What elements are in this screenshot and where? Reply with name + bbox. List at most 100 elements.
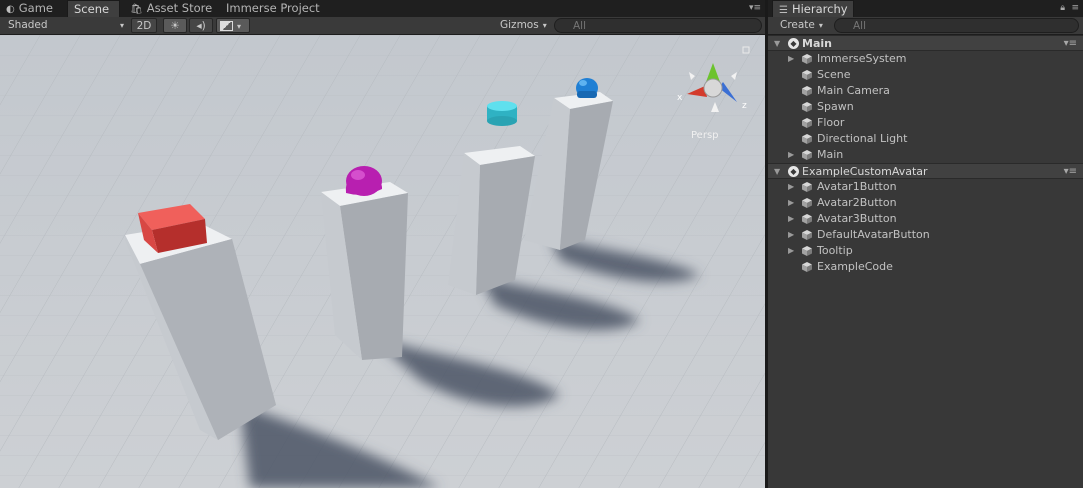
tab-scene-label: Scene [74, 2, 110, 16]
game-icon: ◐ [6, 4, 15, 15]
hierarchy-item-label: ExampleCustomAvatar [802, 165, 928, 178]
gizmos-dropdown[interactable]: Gizmos ▾ [494, 18, 548, 33]
hierarchy-tab-bar: ☰ Hierarchy 🔒︎ ≡ [768, 0, 1083, 18]
unity-scene-icon: ◆ [788, 166, 799, 177]
collapsed-arrow-icon[interactable]: ▶ [788, 243, 794, 259]
hierarchy-item-label: Main [817, 148, 844, 161]
hierarchy-item[interactable]: ▶ Avatar3Button [768, 211, 1083, 227]
chevron-down-icon: ▾ [542, 21, 547, 30]
scene-audio-toggle[interactable]: ◂) [189, 18, 213, 33]
expanded-arrow-icon[interactable]: ▼ [774, 164, 780, 180]
panel-menu-icon[interactable]: ▾≡ [749, 3, 761, 13]
hierarchy-item[interactable]: ▶ DefaultAvatarButton [768, 227, 1083, 243]
collapsed-arrow-icon[interactable]: ▶ [788, 51, 794, 67]
hierarchy-item-label: Scene [817, 68, 851, 81]
gizmo-x-label: x [677, 93, 683, 103]
tab-immerse-project-label: Immerse Project [226, 1, 320, 15]
scene-viewport[interactable]: x z Persp [0, 35, 765, 488]
scene-toolbar: Shaded ▾ 2D ☀ ◂) ▾ Gizmos▾ ⌕▾ [0, 17, 765, 35]
collapsed-arrow-icon[interactable]: ▶ [788, 147, 794, 163]
image-icon [220, 21, 233, 31]
hierarchy-search-input[interactable] [834, 18, 1079, 33]
hierarchy-item-label: ExampleCode [817, 260, 893, 273]
hierarchy-scene-row[interactable]: ▼ ◆ ▾≡ Main [768, 35, 1083, 51]
gameobject-cube-icon [802, 102, 812, 112]
gameobject-cube-icon [802, 54, 812, 64]
hierarchy-item-label: Avatar1Button [817, 180, 897, 193]
hierarchy-item[interactable]: ▶ Main [768, 147, 1083, 163]
chevron-down-icon: ▾ [818, 21, 823, 30]
scene-search-input[interactable] [554, 18, 762, 33]
tab-immerse-project[interactable]: Immerse Project [220, 0, 332, 17]
scene-tab-bar: ◐ Game Scene 🛍︎ Asset Store Immerse Projec… [0, 0, 765, 18]
gameobject-cube-icon [802, 246, 812, 256]
lock-icon[interactable]: 🔒︎ [1060, 3, 1065, 13]
hierarchy-item[interactable]: ▶ Avatar1Button [768, 179, 1083, 195]
magenta-sphere[interactable] [345, 166, 382, 196]
projection-label[interactable]: Persp [691, 130, 719, 141]
hierarchy-item-label: ImmerseSystem [817, 52, 907, 65]
collapsed-arrow-icon[interactable]: ▶ [788, 211, 794, 227]
collapsed-arrow-icon[interactable]: ▶ [788, 179, 794, 195]
hierarchy-item[interactable]: ExampleCode [768, 259, 1083, 275]
hierarchy-toolbar: Create▾ ⌕▾ [768, 17, 1083, 35]
tab-game-label: Game [18, 1, 53, 15]
hierarchy-item-label: Main [802, 37, 832, 50]
hierarchy-item-label: DefaultAvatarButton [817, 228, 930, 241]
shading-mode-label: Shaded [8, 19, 48, 31]
create-label: Create [780, 19, 815, 31]
unity-scene-icon: ◆ [788, 38, 799, 49]
hierarchy-panel: ▼ ◆ ▾≡ Main ▶ ImmerseSystem Scene Main Camera Sp… [768, 35, 1083, 488]
list-icon: ☰ [779, 5, 788, 16]
gizmo-z-label: z [742, 101, 747, 111]
tab-asset-store[interactable]: 🛍︎ Asset Store [124, 0, 216, 17]
gameobject-cube-icon [802, 134, 812, 144]
hierarchy-item[interactable]: Floor [768, 115, 1083, 131]
cyan-cylinder[interactable] [487, 101, 517, 126]
hierarchy-item[interactable]: ▶ Avatar2Button [768, 195, 1083, 211]
panel-menu-icon[interactable]: ≡ [1071, 3, 1079, 13]
hierarchy-scene-row[interactable]: ▼ ◆ ▾≡ ExampleCustomAvatar [768, 163, 1083, 179]
hierarchy-item[interactable]: Directional Light [768, 131, 1083, 147]
mode-2d-toggle[interactable]: 2D [131, 18, 157, 33]
hierarchy-item-label: Avatar3Button [817, 212, 897, 225]
hierarchy-item-label: Floor [817, 116, 845, 129]
hierarchy-item[interactable]: Spawn [768, 99, 1083, 115]
hierarchy-item-label: Tooltip [817, 244, 853, 257]
gameobject-cube-icon [802, 182, 812, 192]
gameobject-cube-icon [802, 86, 812, 96]
tab-game[interactable]: ◐ Game [0, 0, 66, 17]
gameobject-cube-icon [802, 230, 812, 240]
gameobject-cube-icon [802, 150, 812, 160]
hierarchy-item-label: Main Camera [817, 84, 890, 97]
tab-asset-store-label: Asset Store [146, 1, 213, 15]
tab-scene[interactable]: Scene [67, 0, 120, 17]
tab-hierarchy[interactable]: ☰ Hierarchy [772, 0, 854, 17]
scene-render[interactable]: x z Persp [0, 35, 765, 488]
gameobject-cube-icon [802, 214, 812, 224]
create-dropdown[interactable]: Create ▾ [774, 18, 830, 33]
expanded-arrow-icon[interactable]: ▼ [774, 36, 780, 52]
shading-mode-dropdown[interactable]: Shaded ▾ [2, 18, 128, 33]
mode-2d-label: 2D [136, 20, 152, 32]
hierarchy-item[interactable]: ▶ Tooltip [768, 243, 1083, 259]
hierarchy-item-label: Spawn [817, 100, 854, 113]
gameobject-cube-icon [802, 70, 812, 80]
scene-menu-icon[interactable]: ▾≡ [1064, 36, 1077, 52]
chevron-down-icon: ▾ [237, 22, 242, 31]
blue-avatar[interactable] [576, 78, 598, 98]
speaker-icon: ◂) [196, 20, 206, 32]
gameobject-cube-icon [802, 262, 812, 272]
scene-lighting-toggle[interactable]: ☀ [163, 18, 187, 33]
collapsed-arrow-icon[interactable]: ▶ [788, 227, 794, 243]
tab-hierarchy-label: Hierarchy [791, 2, 848, 16]
hierarchy-item[interactable]: ▶ ImmerseSystem [768, 51, 1083, 67]
gameobject-cube-icon [802, 198, 812, 208]
hierarchy-item[interactable]: Main Camera [768, 83, 1083, 99]
collapsed-arrow-icon[interactable]: ▶ [788, 195, 794, 211]
hierarchy-item-label: Directional Light [817, 132, 908, 145]
scene-menu-icon[interactable]: ▾≡ [1064, 164, 1077, 180]
scene-effects-dropdown[interactable]: ▾ [216, 18, 250, 33]
hierarchy-item[interactable]: Scene [768, 67, 1083, 83]
chevron-down-icon: ▾ [119, 21, 124, 30]
